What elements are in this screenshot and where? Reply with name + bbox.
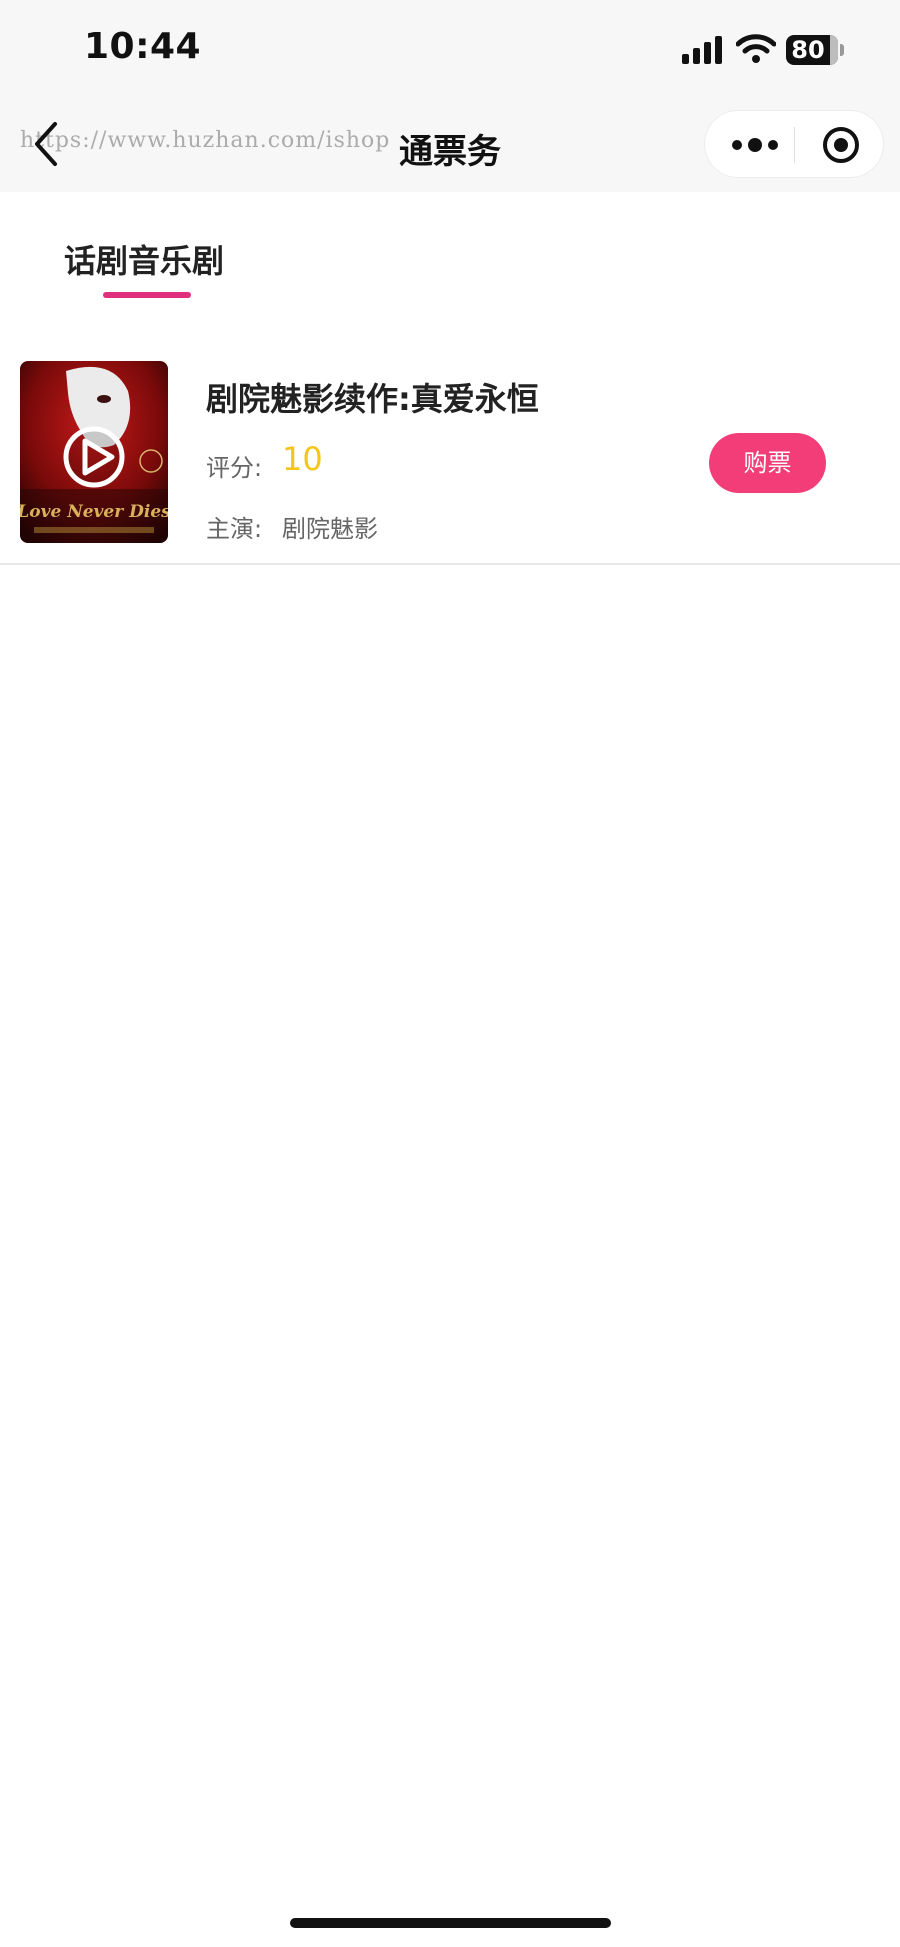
show-poster[interactable]: Love Never Dies bbox=[20, 361, 168, 543]
rating-label: 评分: bbox=[206, 454, 263, 482]
more-dots-icon[interactable] bbox=[727, 129, 783, 161]
target-icon[interactable] bbox=[821, 125, 861, 165]
mini-program-capsule bbox=[704, 110, 884, 178]
tab-active-indicator bbox=[103, 292, 191, 298]
rating-value: 10 bbox=[282, 440, 323, 478]
battery-nub bbox=[840, 44, 844, 56]
status-time: 10:44 bbox=[84, 26, 202, 67]
home-indicator[interactable] bbox=[290, 1918, 611, 1928]
tab-drama-musical[interactable]: 话剧音乐剧 bbox=[64, 236, 224, 282]
cast-value: 剧院魅影 bbox=[282, 515, 378, 543]
battery-empty bbox=[830, 35, 838, 65]
show-title[interactable]: 剧院魅影续作:真爱永恒 bbox=[206, 374, 539, 420]
buy-ticket-button[interactable]: 购票 bbox=[709, 433, 826, 493]
signal-icon bbox=[682, 36, 724, 64]
battery-level: 80 bbox=[791, 36, 825, 64]
list-divider bbox=[0, 563, 900, 565]
capsule-divider bbox=[794, 127, 795, 163]
battery-icon: 80 bbox=[786, 35, 838, 65]
wifi-icon bbox=[736, 34, 776, 63]
cast-label: 主演: bbox=[206, 515, 263, 543]
poster-title: Love Never Dies bbox=[20, 502, 168, 522]
